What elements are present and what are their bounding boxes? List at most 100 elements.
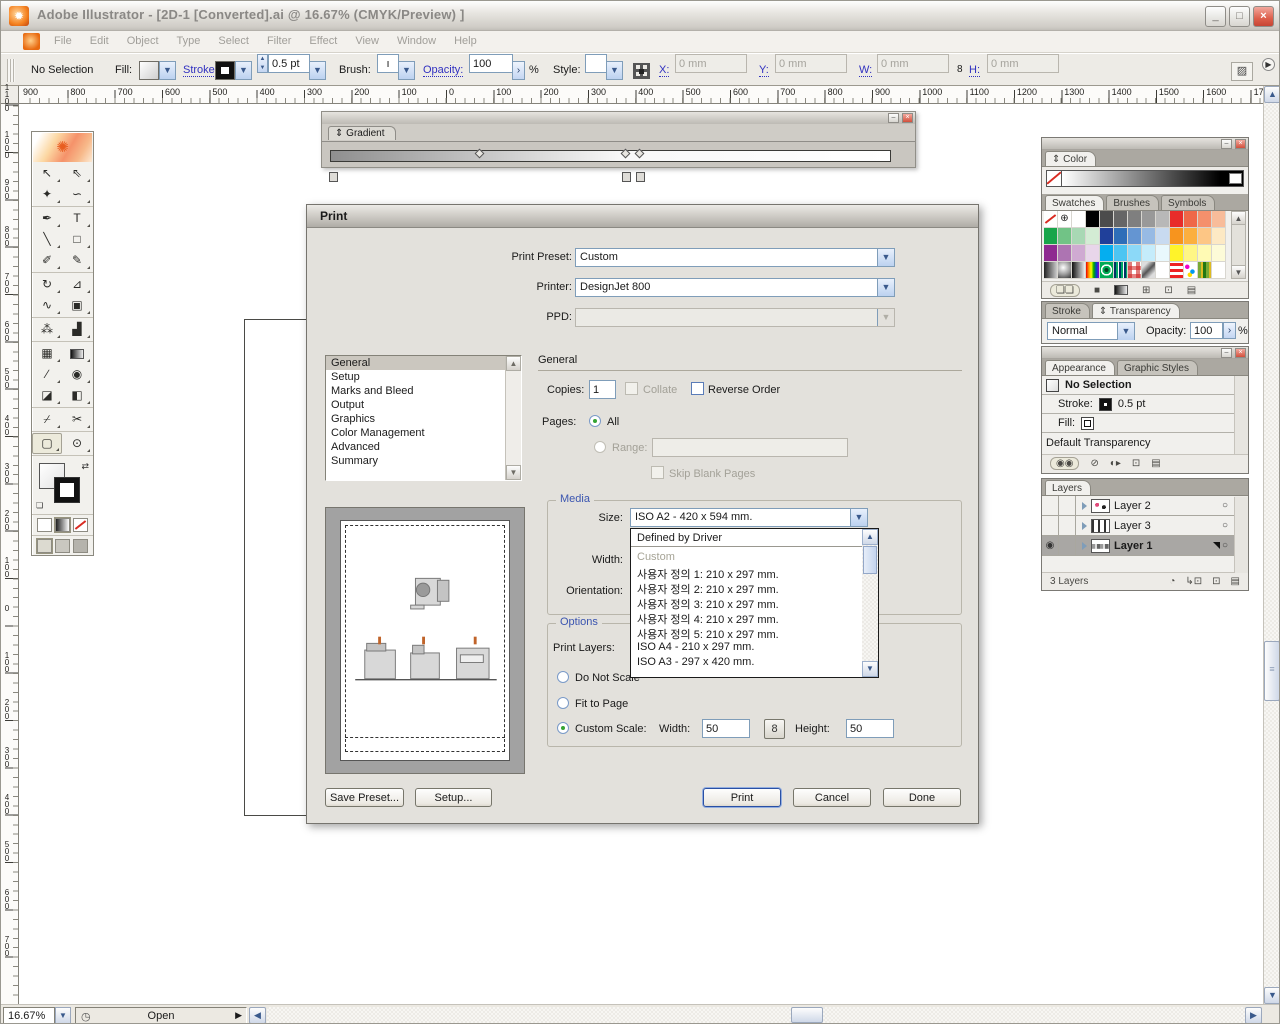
gradient-stop[interactable] bbox=[329, 172, 338, 182]
scroll-up-icon[interactable]: ▲ bbox=[1264, 86, 1280, 103]
cancel-button[interactable]: Cancel bbox=[793, 788, 871, 807]
new-swatch-icon[interactable]: ⊡ bbox=[1164, 285, 1172, 296]
gradient-midpoint-icon[interactable] bbox=[475, 149, 485, 159]
swatch[interactable] bbox=[1100, 245, 1114, 262]
custom-scale-radio[interactable] bbox=[557, 722, 569, 734]
new-item-icon[interactable]: ⊡ bbox=[1132, 458, 1140, 469]
gradient-midpoint-icon[interactable] bbox=[634, 149, 644, 159]
swatch[interactable] bbox=[1086, 262, 1100, 279]
horizontal-scrollbar[interactable] bbox=[267, 1007, 1245, 1024]
fit-to-page-radio[interactable] bbox=[557, 697, 569, 709]
scale-tool[interactable]: ⊿ bbox=[62, 274, 92, 295]
none-swatch-icon[interactable] bbox=[1047, 171, 1062, 186]
lock-toggle[interactable] bbox=[1059, 536, 1076, 555]
stroke-weight-field[interactable]: 0.5 pt bbox=[268, 54, 310, 73]
print-button[interactable]: Print bbox=[703, 788, 781, 807]
size-option[interactable]: ISO A4 - 210 x 297 mm. bbox=[631, 640, 862, 655]
style-dropdown-arrow-icon[interactable]: ▼ bbox=[606, 61, 623, 80]
appearance-row-no-selection[interactable]: No Selection bbox=[1042, 376, 1234, 395]
scroll-up-icon[interactable]: ▲ bbox=[1232, 212, 1245, 225]
chevron-down-icon[interactable]: ▼ bbox=[877, 249, 894, 266]
gradient-stop[interactable] bbox=[636, 172, 645, 182]
scroll-right-icon[interactable]: ▶ bbox=[1245, 1007, 1262, 1024]
constrain-link-icon[interactable]: 8 bbox=[957, 64, 963, 75]
swatch[interactable] bbox=[1170, 245, 1184, 262]
swatch[interactable] bbox=[1100, 262, 1114, 279]
swatches-scrollbar[interactable]: ▲ ▼ bbox=[1231, 211, 1246, 279]
layer-name[interactable]: Layer 3 bbox=[1114, 520, 1151, 532]
swatch[interactable] bbox=[1128, 211, 1142, 228]
direct-selection-tool[interactable]: ⇖ bbox=[62, 163, 92, 184]
reverse-order-checkbox[interactable] bbox=[691, 382, 704, 395]
swatch-none[interactable] bbox=[1044, 211, 1058, 228]
tab-transparency[interactable]: ⇕ Transparency bbox=[1092, 303, 1180, 318]
pages-all-radio[interactable] bbox=[589, 415, 601, 427]
swatch[interactable] bbox=[1142, 211, 1156, 228]
opacity-more-icon[interactable]: › bbox=[1223, 322, 1236, 339]
swatch[interactable] bbox=[1100, 211, 1114, 228]
panel-minimize-icon[interactable]: – bbox=[1221, 139, 1232, 149]
swatch[interactable] bbox=[1184, 262, 1198, 279]
symbol-sprayer-tool[interactable]: ⁂ bbox=[32, 319, 62, 340]
tab-layers[interactable]: Layers bbox=[1045, 480, 1091, 495]
print-section-advanced[interactable]: Advanced bbox=[326, 440, 521, 454]
menu-item-object[interactable]: Object bbox=[118, 31, 168, 53]
scroll-down-icon[interactable]: ▼ bbox=[1232, 265, 1245, 278]
rotate-tool[interactable]: ↻ bbox=[32, 274, 62, 295]
scale-height-field[interactable]: 50 bbox=[846, 719, 894, 738]
menu-item-help[interactable]: Help bbox=[445, 31, 486, 53]
stroke-link[interactable]: Stroke: bbox=[183, 64, 218, 77]
swatch[interactable] bbox=[1114, 245, 1128, 262]
y-link[interactable]: Y: bbox=[759, 64, 769, 77]
done-button[interactable]: Done bbox=[883, 788, 961, 807]
tab-swatches[interactable]: Swatches bbox=[1045, 195, 1104, 210]
menu-item-window[interactable]: Window bbox=[388, 31, 445, 53]
swatch[interactable] bbox=[1142, 245, 1156, 262]
swatch[interactable] bbox=[1114, 262, 1128, 279]
y-field[interactable]: 0 mm bbox=[775, 54, 847, 73]
solid-swatches-icon[interactable]: ■ bbox=[1094, 285, 1100, 296]
zoom-dropdown-icon[interactable]: ▼ bbox=[55, 1007, 71, 1024]
swatch[interactable] bbox=[1142, 228, 1156, 245]
eye-icon[interactable]: ◉ bbox=[1042, 536, 1059, 555]
appearance-row-transparency[interactable]: Default Transparency bbox=[1042, 433, 1234, 452]
blend-mode-combo[interactable]: Normal▼ bbox=[1047, 322, 1135, 340]
stroke-weight-dropdown-icon[interactable]: ▼ bbox=[309, 61, 326, 80]
swatch[interactable] bbox=[1072, 245, 1086, 262]
target-circle-icon[interactable]: ○ bbox=[1222, 540, 1228, 551]
print-section-setup[interactable]: Setup bbox=[326, 370, 521, 384]
scrollbar-thumb[interactable] bbox=[1264, 641, 1280, 701]
line-segment-tool[interactable]: ╲ bbox=[32, 229, 62, 250]
expand-triangle-icon[interactable] bbox=[1082, 502, 1087, 510]
appearance-row-fill[interactable]: Fill: bbox=[1042, 414, 1234, 433]
delete-swatch-icon[interactable]: ▤ bbox=[1187, 285, 1196, 296]
panel-titlebar[interactable]: – × bbox=[1042, 347, 1248, 359]
appearance-row-stroke[interactable]: Stroke: 0.5 pt bbox=[1042, 395, 1234, 414]
layer-row-layer-2[interactable]: Layer 2 ○ bbox=[1042, 496, 1234, 516]
menu-item-select[interactable]: Select bbox=[209, 31, 258, 53]
swatch[interactable] bbox=[1114, 211, 1128, 228]
zoom-tool[interactable]: ⊙ bbox=[62, 433, 92, 454]
opacity-field[interactable]: 100 bbox=[469, 54, 513, 73]
appearance-scrollbar[interactable] bbox=[1234, 376, 1248, 454]
gradient-ramp[interactable] bbox=[330, 150, 891, 162]
swatch[interactable] bbox=[1142, 262, 1156, 279]
show-swatch-kinds-icon[interactable]: ❏❏ bbox=[1050, 284, 1080, 297]
swatch[interactable] bbox=[1198, 211, 1212, 228]
print-section-output[interactable]: Output bbox=[326, 398, 521, 412]
w-field[interactable]: 0 mm bbox=[877, 54, 949, 73]
reference-point-icon[interactable] bbox=[633, 63, 650, 79]
x-link[interactable]: X: bbox=[659, 64, 669, 77]
swatch[interactable] bbox=[1058, 262, 1072, 279]
tab-color[interactable]: ⇕ Color bbox=[1045, 151, 1096, 166]
default-fill-stroke-icon[interactable]: ❏ bbox=[36, 501, 43, 510]
new-sublayer-icon[interactable]: ↳⊡ bbox=[1185, 576, 1202, 587]
swatch[interactable] bbox=[1156, 211, 1170, 228]
palette-grip[interactable] bbox=[7, 59, 15, 82]
page-tool[interactable]: ▢ bbox=[32, 433, 62, 454]
scale-width-field[interactable]: 50 bbox=[702, 719, 750, 738]
swatch[interactable] bbox=[1170, 228, 1184, 245]
size-option[interactable]: 사용자 정의 4: 210 x 297 mm. bbox=[631, 610, 862, 625]
w-link[interactable]: W: bbox=[859, 64, 872, 77]
graph-tool[interactable]: ▟ bbox=[62, 319, 92, 340]
